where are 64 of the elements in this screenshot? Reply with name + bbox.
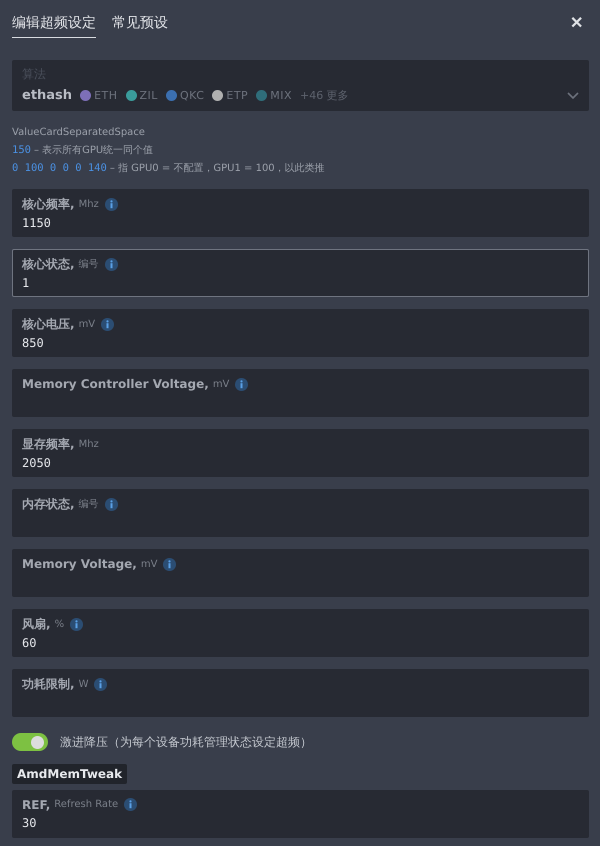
input-field[interactable]: 核心频率, Mhz 1150 xyxy=(12,189,589,237)
field-value: 30 xyxy=(22,816,38,831)
field-label: 核心频率, xyxy=(22,196,75,212)
coin-symbol: ETP xyxy=(226,89,248,102)
info-icon[interactable] xyxy=(163,558,176,570)
field-unit: mV xyxy=(78,318,96,330)
field-label: REF, xyxy=(22,798,50,812)
field-label: 风扇, xyxy=(22,616,51,632)
info-icon[interactable] xyxy=(94,678,108,690)
info-icon[interactable] xyxy=(235,378,248,390)
toggle-switch[interactable] xyxy=(12,733,48,751)
tab[interactable]: 编辑超频设定 xyxy=(12,8,96,38)
input-field[interactable]: 显存频率, Mhz 2050 xyxy=(12,429,589,477)
field-label: 显存频率, xyxy=(22,436,75,452)
help-title: ValueCardSeparatedSpace xyxy=(12,126,145,140)
field-unit: % xyxy=(54,618,64,630)
field-value: 1150 xyxy=(22,216,52,230)
more-count: +46 更多 xyxy=(300,88,349,103)
info-icon[interactable] xyxy=(101,318,114,330)
example-code: 150 xyxy=(12,143,31,158)
field-unit: Mhz xyxy=(78,438,99,450)
field-unit: 编号 xyxy=(78,258,99,271)
input-field[interactable]: REF, Refresh Rate 30 xyxy=(12,790,589,838)
example-text: – 指 GPU0 = 不配置，GPU1 = 100，以此类推 xyxy=(110,162,325,176)
input-field[interactable]: 风扇, % 60 xyxy=(12,609,589,657)
info-icon[interactable] xyxy=(104,258,118,270)
field-label: 核心状态, xyxy=(22,256,75,272)
field-value: 1 xyxy=(22,276,30,290)
info-icon[interactable] xyxy=(104,498,118,510)
field-unit: mV xyxy=(212,378,230,390)
field-unit: Mhz xyxy=(78,198,99,210)
toggle-label: 激进降压（为每个设备功耗管理状态设定超频） xyxy=(60,734,312,750)
tab[interactable]: 常见预设 xyxy=(112,8,168,38)
close-button[interactable]: ✕ xyxy=(564,13,589,33)
field-unit: Refresh Rate xyxy=(54,799,118,810)
info-icon[interactable] xyxy=(70,618,84,630)
input-field[interactable]: 核心电压, mV 850 xyxy=(12,309,589,357)
field-value: 2050 xyxy=(22,456,52,470)
example-text: – 表示所有GPU统一同个值 xyxy=(34,144,154,158)
field-unit: mV xyxy=(140,558,158,570)
field-value: 60 xyxy=(22,636,38,650)
info-icon[interactable] xyxy=(104,198,118,210)
coin-symbol: ZIL xyxy=(140,89,158,102)
field-label: Memory Controller Voltage, xyxy=(22,377,209,391)
coin-symbol: QKC xyxy=(180,89,204,102)
input-field[interactable]: 核心状态, 编号 1 xyxy=(12,249,589,297)
field-value: 850 xyxy=(22,336,45,350)
example-code: 0 100 0 0 0 140 xyxy=(12,161,107,176)
coin-symbol: ETH xyxy=(94,89,118,102)
info-icon[interactable] xyxy=(124,798,138,811)
field-label: 功耗限制, xyxy=(22,676,75,692)
field-label: 内存状态, xyxy=(22,496,75,512)
input-field[interactable]: 内存状态, 编号 xyxy=(12,489,589,537)
field-label: Memory Voltage, xyxy=(22,557,137,571)
field-label: 核心电压, xyxy=(22,316,75,332)
input-field[interactable]: 功耗限制, W xyxy=(12,669,589,717)
coin-symbol: MIX xyxy=(270,89,292,102)
input-field[interactable]: Memory Voltage, mV xyxy=(12,549,589,597)
selected-value: ethash xyxy=(22,88,72,103)
section-label: AmdMemTweak xyxy=(12,764,128,784)
field-unit: 编号 xyxy=(78,498,99,511)
chevron-down-icon[interactable] xyxy=(567,92,579,100)
field-unit: W xyxy=(78,678,88,690)
input-field[interactable]: Memory Controller Voltage, mV xyxy=(12,369,589,417)
